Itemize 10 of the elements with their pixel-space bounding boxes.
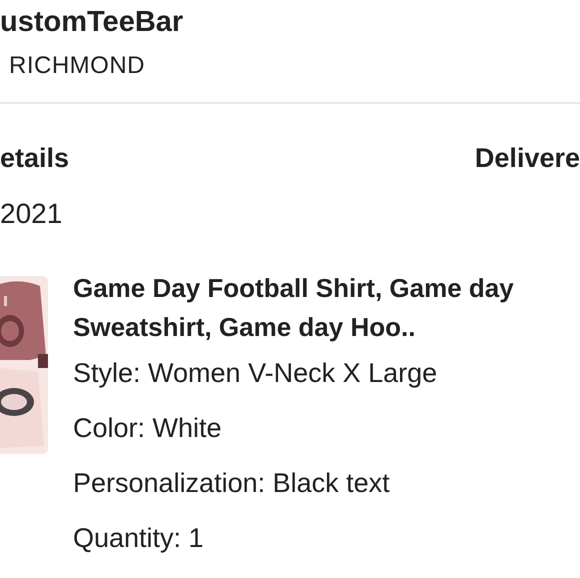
product-title[interactable]: Game Day Football Shirt, Game day Sweatshirt, Game day Hoo..	[73, 269, 573, 347]
order-date: 2021	[0, 197, 62, 231]
order-status: Delivere	[474, 142, 580, 175]
product-detail: Personalization: Black text	[73, 467, 390, 500]
product-detail: Style: Women V-Neck X Large	[73, 357, 438, 390]
product-detail: Color: White	[73, 412, 222, 445]
section-heading: etails	[0, 142, 70, 175]
product-detail: Quantity: 1	[73, 522, 204, 555]
shop-location: RICHMOND	[9, 51, 145, 81]
shop-name[interactable]: ustomTeeBar	[0, 4, 184, 40]
